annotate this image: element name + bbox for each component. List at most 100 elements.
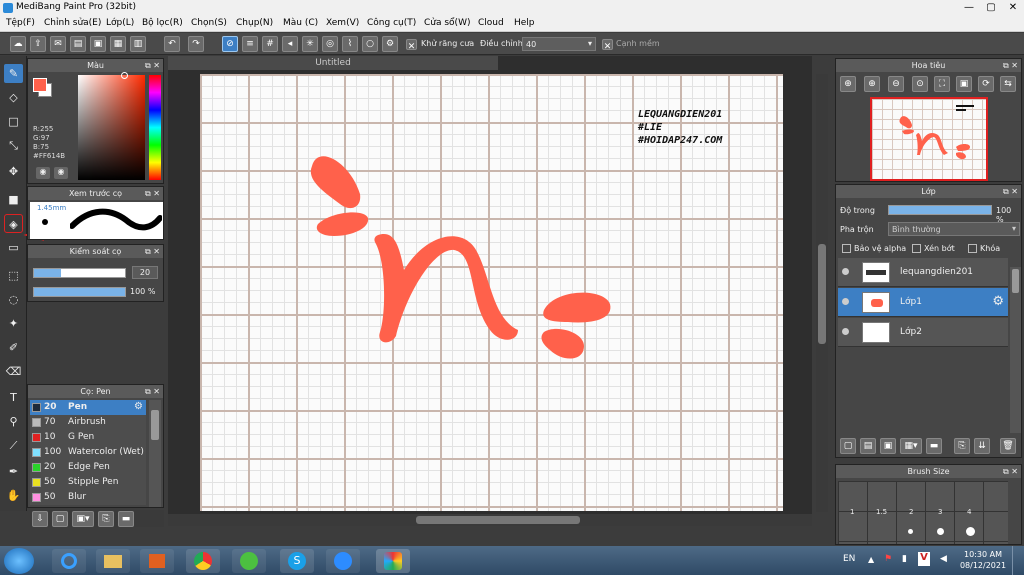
soft-edge-checkbox[interactable]: ✕ [602, 39, 613, 52]
zoom-reset-icon[interactable]: ⊖ [888, 76, 904, 92]
color-picker-handle[interactable] [121, 72, 128, 79]
rectangle-tool-icon[interactable]: ■ [4, 190, 23, 209]
visibility-eye-icon[interactable] [842, 328, 849, 335]
brush-size-slider[interactable] [33, 268, 126, 278]
brush-item[interactable]: 50 Stipple Pen [30, 475, 146, 490]
new-file-icon[interactable]: ▤ [70, 36, 86, 52]
brush-size-grid[interactable]: 1 1.5 2 3 4 [838, 481, 1008, 544]
minimize-button[interactable]: — [958, 0, 980, 16]
size-preset-3[interactable]: 2 [909, 508, 913, 516]
radial-snap-icon[interactable]: ✳ [302, 36, 318, 52]
menu-tools[interactable]: Công cụ(T) [367, 18, 416, 28]
size-preset-5[interactable]: 4 [967, 508, 971, 516]
skype-icon[interactable]: S [280, 549, 314, 573]
panel-close-icon[interactable]: ⧉ ✕ [1003, 59, 1018, 72]
tray-volume-icon[interactable]: ◀ [940, 554, 947, 564]
visibility-eye-icon[interactable] [842, 298, 849, 305]
merge-layer-icon[interactable]: ⇊ [974, 438, 990, 454]
layer-opacity-slider[interactable] [888, 205, 992, 215]
tray-clock[interactable]: 10:30 AM 08/12/2021 [958, 549, 1008, 571]
new-halftone-layer-icon[interactable]: ▤ [860, 438, 876, 454]
dot-tool-icon[interactable]: □ [4, 112, 23, 131]
lock-checkbox[interactable] [968, 244, 977, 253]
selection-eraser-icon[interactable]: ⌫ [4, 362, 23, 381]
eraser-tool-icon[interactable]: ◇ [4, 88, 23, 107]
layer-settings-gear-icon[interactable]: ⚙ [992, 294, 1004, 309]
operation-tool-icon[interactable]: ⚲ [4, 412, 23, 431]
panel-close-icon[interactable]: ⧉ ✕ [145, 385, 160, 398]
eyedropper-icon[interactable]: ✒ [4, 462, 23, 481]
delete-layer-icon[interactable]: 🗑 [1000, 438, 1016, 454]
tray-network-icon[interactable]: ▮ [902, 554, 907, 564]
size-preset-2[interactable]: 1.5 [876, 508, 887, 516]
cloud-icon[interactable]: ☁ [10, 36, 26, 52]
brush-download-icon[interactable]: ⇩ [32, 511, 48, 527]
tray-expand-icon[interactable]: ▲ [868, 555, 874, 564]
page-icon[interactable]: ▣ [90, 36, 106, 52]
menu-edit[interactable]: Chỉnh sửa(E) [44, 18, 101, 28]
brush-opacity-slider[interactable] [33, 287, 126, 297]
ellipse-snap-icon[interactable]: ○ [362, 36, 378, 52]
panel-close-icon[interactable]: ⧉ ✕ [1003, 185, 1018, 198]
cross-snap-icon[interactable]: # [262, 36, 278, 52]
protect-alpha-checkbox[interactable] [842, 244, 851, 253]
app-green-icon[interactable] [232, 549, 266, 573]
medibang-icon[interactable] [376, 549, 410, 573]
show-desktop-button[interactable] [1012, 546, 1024, 575]
adjust-dropdown[interactable]: 40 ▾ [522, 37, 596, 51]
share-icon[interactable]: ⇪ [30, 36, 46, 52]
blend-mode-dropdown[interactable]: Bình thường ▾ [888, 222, 1020, 236]
actual-size-icon[interactable]: ▣ [956, 76, 972, 92]
visibility-eye-icon[interactable] [842, 268, 849, 275]
vanish-snap-icon[interactable]: ◂ [282, 36, 298, 52]
brush-menu-icon[interactable]: ▣▾ [72, 511, 94, 527]
select-pen-icon[interactable]: ⤡ [4, 136, 23, 155]
brush-copy-icon[interactable]: ⎘ [98, 511, 114, 527]
zoom-fit-icon[interactable]: ⊙ [912, 76, 928, 92]
brush-tool-icon[interactable]: ✎ [4, 64, 23, 83]
redo-icon[interactable]: ↷ [188, 36, 204, 52]
canvas-horizontal-scrollbar[interactable] [168, 514, 812, 526]
brush-size-value[interactable]: 20 [132, 266, 158, 279]
zoom-in-icon[interactable]: ⊕ [840, 76, 856, 92]
menu-layer[interactable]: Lớp(L) [106, 18, 134, 28]
menu-file[interactable]: Tệp(F) [6, 18, 35, 28]
duplicate-layer-icon[interactable]: ⎘ [954, 438, 970, 454]
explorer-icon[interactable] [96, 549, 130, 573]
layer-row[interactable]: Lớp2 [838, 318, 1008, 347]
color-picker-square[interactable] [78, 75, 145, 180]
layer-scroll-thumb[interactable] [1012, 269, 1019, 293]
move-tool-icon[interactable]: ✥ [4, 162, 23, 181]
size-preset-4[interactable]: 3 [938, 508, 942, 516]
chrome-icon[interactable] [186, 549, 220, 573]
color-palette-icon[interactable]: ◉ [54, 167, 68, 179]
new-1bit-layer-icon[interactable]: ▣ [880, 438, 896, 454]
menu-cloud[interactable]: Cloud [478, 18, 504, 28]
brush-item[interactable]: 20 Edge Pen [30, 460, 146, 475]
menu-capture[interactable]: Chụp(N) [236, 18, 273, 28]
brush-add-icon[interactable]: ▢ [52, 511, 68, 527]
lasso-select-icon[interactable]: ◌ [4, 290, 23, 309]
selection-pen-icon[interactable]: ✐ [4, 338, 23, 357]
clipping-checkbox[interactable] [912, 244, 921, 253]
brush-item[interactable]: 100 Watercolor (Wet) [30, 445, 146, 460]
flip-icon[interactable]: ⇆ [1000, 76, 1016, 92]
menu-window[interactable]: Cửa sổ(W) [424, 18, 470, 28]
close-button[interactable]: ✕ [1002, 0, 1024, 16]
magic-wand-icon[interactable]: ✦ [4, 314, 23, 333]
panel-close-icon[interactable]: ⧉ ✕ [1003, 465, 1018, 478]
menu-color[interactable]: Màu (C) [283, 18, 318, 28]
panel-close-icon[interactable]: ⧉ ✕ [145, 245, 160, 258]
media-player-icon[interactable] [140, 549, 174, 573]
brush-list-scrollbar[interactable] [149, 400, 161, 507]
zoom-icon[interactable] [326, 549, 360, 573]
color-mode-icon[interactable]: ◉ [36, 167, 50, 179]
material-icon[interactable]: ▦ [110, 36, 126, 52]
hue-slider[interactable] [149, 75, 161, 180]
start-button[interactable] [4, 548, 34, 574]
brush-item[interactable]: 50 Blur [30, 490, 146, 505]
menu-select[interactable]: Chọn(S) [191, 18, 227, 28]
ie-icon[interactable] [52, 549, 86, 573]
layer-scrollbar[interactable] [1010, 267, 1021, 433]
layout-icon[interactable]: ▥ [130, 36, 146, 52]
